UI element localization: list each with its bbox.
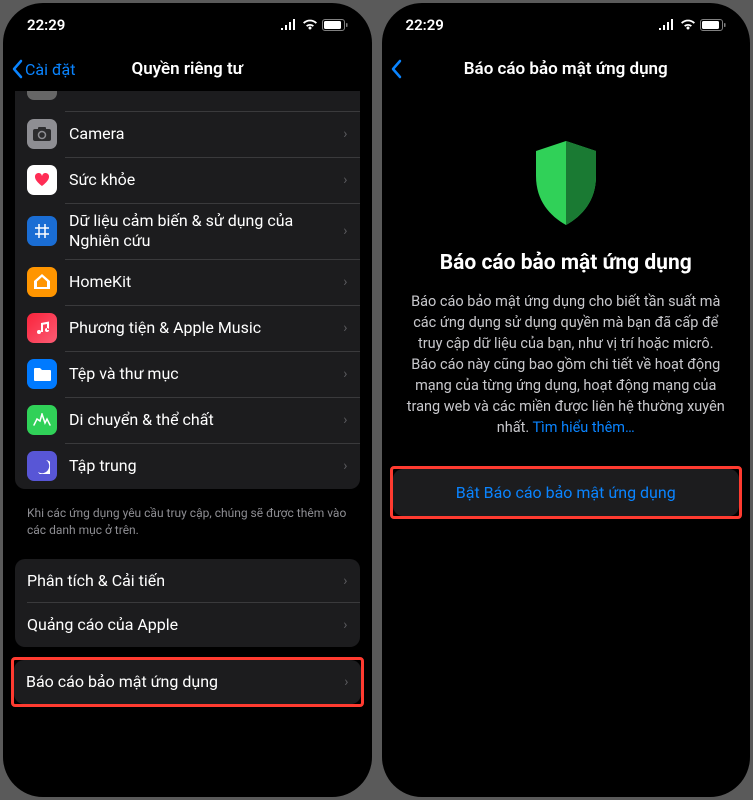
chevron-right-icon: › <box>343 320 347 336</box>
page-title: Báo cáo bảo mật ứng dụng <box>464 59 668 79</box>
chevron-right-icon: › <box>343 458 347 474</box>
status-time: 22:29 <box>27 16 65 34</box>
chevron-right-icon: › <box>343 412 347 428</box>
feature-panel: Báo cáo bảo mật ứng dụng Báo cáo bảo mật… <box>382 91 751 438</box>
list-item-analytics[interactable]: Phân tích & Cải tiến › <box>15 559 360 603</box>
wifi-icon <box>302 19 318 31</box>
status-indicators <box>280 19 348 31</box>
music-icon <box>27 313 57 343</box>
battery-icon <box>700 19 726 31</box>
list-item-files[interactable]: Tệp và thư mục › <box>15 351 360 397</box>
list-item[interactable]: › <box>15 91 360 111</box>
privacy-list: › Camera › Sức khỏe › Dữ liệu c <box>15 91 360 489</box>
camera-icon <box>27 119 57 149</box>
list-item-fitness[interactable]: Di chuyển & thể chất › <box>15 397 360 443</box>
chevron-right-icon: › <box>343 573 347 589</box>
list-item-media[interactable]: Phương tiện & Apple Music › <box>15 305 360 351</box>
enable-report-button[interactable]: Bật Báo cáo bảo mật ứng dụng <box>393 469 740 516</box>
status-bar: 22:29 <box>382 3 751 47</box>
learn-more-link[interactable]: Tìm hiểu thêm… <box>533 419 635 436</box>
folder-icon <box>27 359 57 389</box>
generic-icon <box>27 91 57 100</box>
scroll-content[interactable]: Báo cáo bảo mật ứng dụng Báo cáo bảo mật… <box>382 91 751 797</box>
chevron-right-icon: › <box>343 172 347 188</box>
fitness-icon <box>27 405 57 435</box>
chevron-right-icon: › <box>343 91 347 93</box>
list-item-camera[interactable]: Camera › <box>15 111 360 157</box>
focus-icon <box>27 451 57 481</box>
phone-right: 22:29 Báo cáo bảo mật ứng dụng Báo cáo b… <box>382 3 751 797</box>
battery-icon <box>322 19 348 31</box>
chevron-right-icon: › <box>343 126 347 142</box>
list-item-research[interactable]: Dữ liệu cảm biến & sử dụng của Nghiên cứ… <box>15 203 360 259</box>
page-title: Quyền riêng tư <box>131 59 243 79</box>
list-item-focus[interactable]: Tập trung › <box>15 443 360 489</box>
wifi-icon <box>680 19 696 31</box>
chevron-left-icon <box>390 59 402 79</box>
health-icon <box>27 165 57 195</box>
privacy-report-group: Báo cáo bảo mật ứng dụng › <box>14 660 361 704</box>
status-indicators <box>658 19 726 31</box>
scroll-content[interactable]: › Camera › Sức khỏe › Dữ liệu c <box>3 91 372 797</box>
list-item-privacy-report[interactable]: Báo cáo bảo mật ứng dụng › <box>14 660 361 704</box>
list-item-apple-ads[interactable]: Quảng cáo của Apple › <box>15 603 360 647</box>
chevron-right-icon: › <box>343 366 347 382</box>
nav-bar: Cài đặt Quyền riêng tư <box>3 47 372 91</box>
chevron-right-icon: › <box>344 674 348 690</box>
shield-icon <box>406 141 727 225</box>
chevron-right-icon: › <box>343 223 347 239</box>
chevron-right-icon: › <box>343 274 347 290</box>
signal-icon <box>280 19 298 31</box>
list-footer: Khi các ứng dụng yêu cầu truy cập, chúng… <box>3 499 372 549</box>
signal-icon <box>658 19 676 31</box>
homekit-icon <box>27 267 57 297</box>
status-time: 22:29 <box>406 16 444 34</box>
back-label: Cài đặt <box>25 60 75 79</box>
list-item-homekit[interactable]: HomeKit › <box>15 259 360 305</box>
feature-body: Báo cáo bảo mật ứng dụng cho biết tần su… <box>406 291 727 438</box>
chevron-left-icon <box>11 59 23 79</box>
research-icon <box>27 216 57 246</box>
back-button[interactable] <box>382 59 410 79</box>
list-item-health[interactable]: Sức khỏe › <box>15 157 360 203</box>
status-bar: 22:29 <box>3 3 372 47</box>
feature-heading: Báo cáo bảo mật ứng dụng <box>406 251 727 275</box>
phone-left: 22:29 Cài đặt Quyền riêng tư › Camera <box>3 3 372 797</box>
highlight-box: Báo cáo bảo mật ứng dụng › <box>11 657 364 707</box>
highlight-box: Bật Báo cáo bảo mật ứng dụng <box>390 466 743 519</box>
nav-bar: Báo cáo bảo mật ứng dụng <box>382 47 751 91</box>
analytics-group: Phân tích & Cải tiến › Quảng cáo của App… <box>15 559 360 647</box>
back-button[interactable]: Cài đặt <box>3 59 83 79</box>
chevron-right-icon: › <box>343 617 347 633</box>
